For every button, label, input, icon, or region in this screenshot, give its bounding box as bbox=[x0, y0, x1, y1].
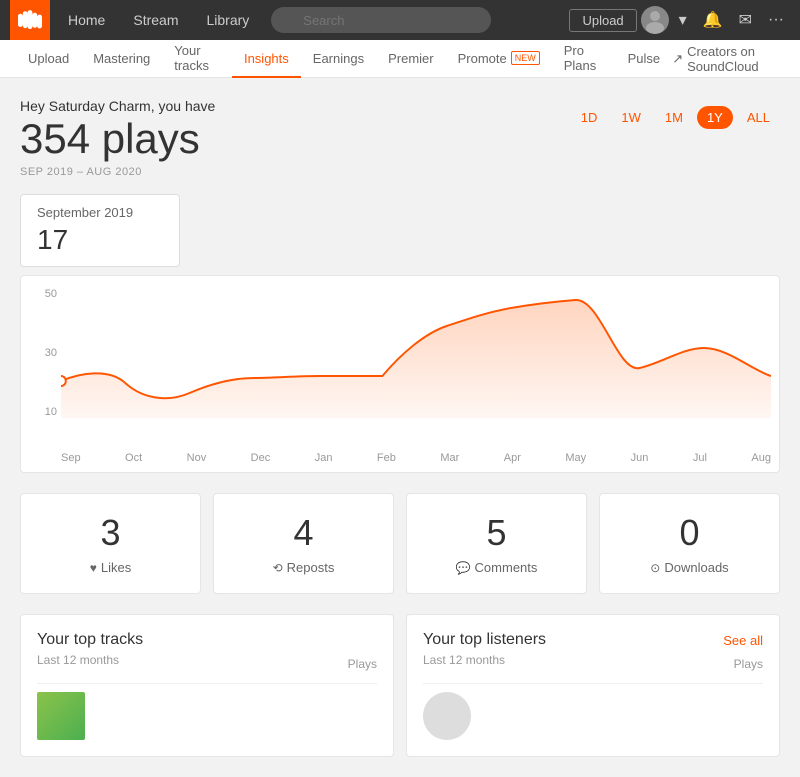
heart-icon: ♥ bbox=[90, 561, 97, 575]
stat-reposts: 4 ⟲ Reposts bbox=[213, 493, 394, 594]
x-label-sep: Sep bbox=[61, 452, 81, 464]
repost-icon: ⟲ bbox=[273, 561, 283, 575]
filter-1d[interactable]: 1D bbox=[571, 106, 608, 129]
external-link-icon: ↗ bbox=[672, 51, 683, 67]
subnav-premier[interactable]: Premier bbox=[376, 40, 446, 78]
chart-area: 50 30 10 bbox=[20, 275, 780, 473]
avatar-icon bbox=[641, 6, 669, 34]
x-label-may: May bbox=[565, 452, 586, 464]
stat-comments: 5 💬 Comments bbox=[406, 493, 587, 594]
downloads-number: 0 bbox=[612, 512, 767, 554]
comments-label: 💬 Comments bbox=[419, 560, 574, 575]
listener-avatar bbox=[423, 692, 471, 740]
filter-1w[interactable]: 1W bbox=[611, 106, 651, 129]
track-thumbnail[interactable] bbox=[37, 692, 85, 740]
filter-1y[interactable]: 1Y bbox=[697, 106, 733, 129]
chart-container: 50 30 10 bbox=[29, 288, 771, 448]
search-input[interactable] bbox=[271, 7, 491, 33]
nav-library[interactable]: Library bbox=[192, 0, 263, 40]
x-label-jan: Jan bbox=[315, 452, 333, 464]
avatar[interactable] bbox=[641, 6, 669, 34]
top-tracks-plays-col: Plays bbox=[348, 657, 377, 671]
divider bbox=[37, 683, 377, 684]
notifications-icon[interactable]: 🔔 bbox=[697, 10, 729, 30]
chart-svg[interactable] bbox=[61, 288, 771, 418]
chevron-down-icon[interactable]: ▾ bbox=[673, 10, 693, 30]
likes-label: ♥ Likes bbox=[33, 560, 188, 575]
stat-likes: 3 ♥ Likes bbox=[20, 493, 201, 594]
top-tracks-card: Your top tracks Last 12 months Plays bbox=[20, 614, 394, 757]
filter-all[interactable]: ALL bbox=[737, 106, 780, 129]
reposts-number: 4 bbox=[226, 512, 381, 554]
main-content: Hey Saturday Charm, you have 354 plays S… bbox=[0, 78, 800, 777]
bottom-row: Your top tracks Last 12 months Plays You… bbox=[20, 614, 780, 757]
play-count: 354 plays bbox=[20, 118, 215, 160]
subnav-mastering[interactable]: Mastering bbox=[81, 40, 162, 78]
x-label-jun: Jun bbox=[631, 452, 649, 464]
see-all-link[interactable]: See all bbox=[723, 633, 763, 648]
upload-button[interactable]: Upload bbox=[569, 9, 636, 32]
y-label-30: 30 bbox=[45, 347, 57, 359]
comments-number: 5 bbox=[419, 512, 574, 554]
nav-home[interactable]: Home bbox=[54, 0, 119, 40]
y-label-50: 50 bbox=[45, 288, 57, 300]
x-label-jul: Jul bbox=[693, 452, 707, 464]
time-filters: 1D 1W 1M 1Y ALL bbox=[571, 106, 780, 129]
soundcloud-logo[interactable] bbox=[10, 0, 50, 40]
x-label-apr: Apr bbox=[504, 452, 521, 464]
x-label-nov: Nov bbox=[187, 452, 207, 464]
subnav-upload[interactable]: Upload bbox=[16, 40, 81, 78]
y-axis: 50 30 10 bbox=[29, 288, 61, 418]
tooltip-value: 17 bbox=[37, 224, 163, 256]
tooltip-card: September 2019 17 bbox=[20, 194, 180, 267]
x-label-dec: Dec bbox=[251, 452, 271, 464]
top-listeners-header: Your top listeners See all bbox=[423, 631, 763, 649]
x-label-feb: Feb bbox=[377, 452, 396, 464]
x-label-aug: Aug bbox=[751, 452, 771, 464]
divider-listeners bbox=[423, 683, 763, 684]
stats-row: 3 ♥ Likes 4 ⟲ Reposts 5 💬 Comments 0 ⊙ bbox=[20, 493, 780, 594]
greeting-text: Hey Saturday Charm, you have bbox=[20, 98, 215, 114]
subnav-pulse[interactable]: Pulse bbox=[616, 40, 673, 78]
subnav-promote[interactable]: Promote NEW bbox=[446, 40, 552, 78]
chart-svg-element bbox=[61, 288, 771, 418]
more-icon[interactable]: ··· bbox=[762, 11, 790, 29]
x-label-oct: Oct bbox=[125, 452, 142, 464]
top-tracks-header: Your top tracks bbox=[37, 631, 377, 649]
top-tracks-title: Your top tracks bbox=[37, 631, 143, 649]
top-nav: Home Stream Library 🔍 Upload ▾ 🔔 ✉ ··· bbox=[0, 0, 800, 40]
filter-1m[interactable]: 1M bbox=[655, 106, 693, 129]
new-badge: NEW bbox=[511, 51, 540, 65]
download-icon: ⊙ bbox=[650, 561, 660, 575]
comment-icon: 💬 bbox=[456, 561, 471, 575]
top-listeners-period: Last 12 months bbox=[423, 653, 505, 667]
search-wrap: 🔍 bbox=[271, 7, 511, 33]
x-axis: Sep Oct Nov Dec Jan Feb Mar Apr May Jun … bbox=[61, 448, 771, 472]
insights-left: Hey Saturday Charm, you have 354 plays S… bbox=[20, 98, 215, 178]
reposts-label: ⟲ Reposts bbox=[226, 560, 381, 575]
stat-downloads: 0 ⊙ Downloads bbox=[599, 493, 780, 594]
subnav-earnings[interactable]: Earnings bbox=[301, 40, 376, 78]
subnav-pro-plans[interactable]: Pro Plans bbox=[552, 40, 616, 78]
likes-number: 3 bbox=[33, 512, 188, 554]
top-listeners-title: Your top listeners bbox=[423, 631, 546, 649]
messages-icon[interactable]: ✉ bbox=[733, 10, 758, 30]
sub-nav: Upload Mastering Your tracks Insights Ea… bbox=[0, 40, 800, 78]
tooltip-month: September 2019 bbox=[37, 205, 163, 220]
subnav-insights[interactable]: Insights bbox=[232, 40, 301, 78]
chart-start-dot bbox=[61, 376, 66, 386]
soundcloud-logo-icon bbox=[18, 8, 42, 32]
y-label-10: 10 bbox=[45, 406, 57, 418]
date-range: SEP 2019 – AUG 2020 bbox=[20, 166, 215, 178]
top-listeners-plays-col: Plays bbox=[734, 657, 763, 671]
x-label-mar: Mar bbox=[440, 452, 459, 464]
downloads-label: ⊙ Downloads bbox=[612, 560, 767, 575]
nav-stream[interactable]: Stream bbox=[119, 0, 192, 40]
nav-right: Upload ▾ 🔔 ✉ ··· bbox=[569, 6, 790, 34]
subnav-your-tracks[interactable]: Your tracks bbox=[162, 40, 232, 78]
creators-link[interactable]: ↗ Creators on SoundCloud bbox=[672, 44, 784, 74]
insights-header: Hey Saturday Charm, you have 354 plays S… bbox=[20, 98, 780, 178]
top-tracks-period: Last 12 months bbox=[37, 653, 119, 667]
top-listeners-card: Your top listeners See all Last 12 month… bbox=[406, 614, 780, 757]
